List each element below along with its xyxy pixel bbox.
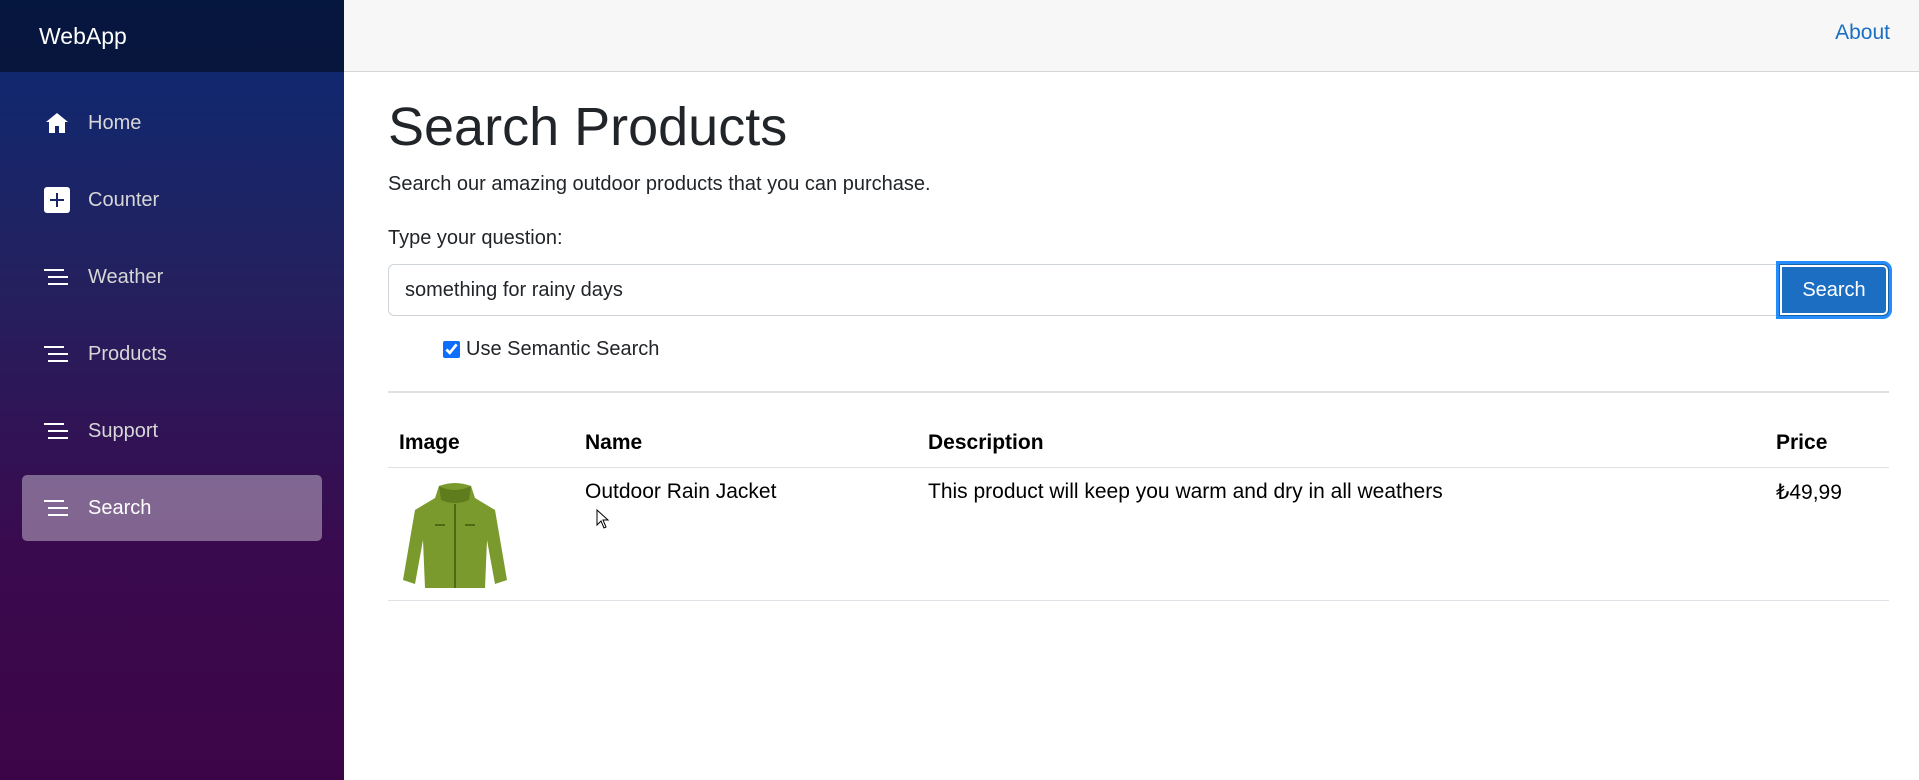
search-row: Search bbox=[388, 264, 1889, 317]
brand-bar: WebApp bbox=[0, 0, 344, 72]
table-row[interactable]: Outdoor Rain Jacket This product will ke… bbox=[388, 467, 1889, 602]
list-icon bbox=[44, 495, 70, 521]
search-input[interactable] bbox=[388, 264, 1779, 317]
sidebar-item-weather[interactable]: Weather bbox=[22, 244, 322, 310]
divider bbox=[388, 391, 1889, 394]
top-bar: About bbox=[344, 0, 1919, 72]
list-icon bbox=[44, 341, 70, 367]
product-description: This product will keep you warm and dry … bbox=[917, 467, 1765, 602]
question-label: Type your question: bbox=[388, 227, 563, 250]
column-header-price: Price bbox=[1765, 423, 1889, 469]
sidebar-item-label: Home bbox=[88, 111, 142, 134]
product-image bbox=[403, 483, 507, 589]
semantic-search-label: Use Semantic Search bbox=[466, 338, 660, 361]
list-icon bbox=[44, 418, 70, 444]
results-table: Image Name Description Price Outdoor Rai… bbox=[388, 423, 1889, 602]
sidebar-item-label: Search bbox=[88, 496, 152, 519]
brand-logo[interactable]: WebApp bbox=[39, 23, 127, 50]
main-content: Search Products Search our amazing outdo… bbox=[388, 72, 1889, 602]
sidebar-item-support[interactable]: Support bbox=[22, 398, 322, 464]
sidebar-item-label: Support bbox=[88, 419, 159, 442]
home-icon bbox=[44, 110, 70, 136]
sidebar-nav: Home Counter Weather Products Support Se… bbox=[0, 72, 344, 541]
sidebar-item-label: Products bbox=[88, 342, 167, 365]
semantic-search-checkbox[interactable] bbox=[443, 341, 460, 359]
list-icon bbox=[44, 264, 70, 290]
table-header-row: Image Name Description Price bbox=[388, 423, 1889, 469]
sidebar-item-counter[interactable]: Counter bbox=[22, 167, 322, 233]
page-description: Search our amazing outdoor products that… bbox=[388, 173, 931, 196]
sidebar: WebApp Home Counter Weather Products Sup… bbox=[0, 0, 344, 780]
plus-icon bbox=[44, 187, 70, 213]
column-header-image: Image bbox=[388, 423, 585, 469]
about-link[interactable]: About bbox=[1835, 21, 1890, 45]
page-title: Search Products bbox=[388, 97, 788, 157]
sidebar-item-label: Weather bbox=[88, 265, 164, 288]
search-button[interactable]: Search bbox=[1779, 264, 1889, 317]
sidebar-item-search[interactable]: Search bbox=[22, 475, 322, 541]
product-name: Outdoor Rain Jacket bbox=[585, 467, 917, 602]
column-header-name: Name bbox=[585, 423, 917, 469]
product-price: ₺49,99 bbox=[1765, 467, 1889, 602]
column-header-description: Description bbox=[917, 423, 1765, 469]
semantic-search-option[interactable]: Use Semantic Search bbox=[443, 338, 1889, 361]
product-image-cell bbox=[388, 467, 585, 602]
sidebar-item-home[interactable]: Home bbox=[22, 90, 322, 156]
sidebar-item-label: Counter bbox=[88, 188, 160, 211]
sidebar-item-products[interactable]: Products bbox=[22, 321, 322, 387]
